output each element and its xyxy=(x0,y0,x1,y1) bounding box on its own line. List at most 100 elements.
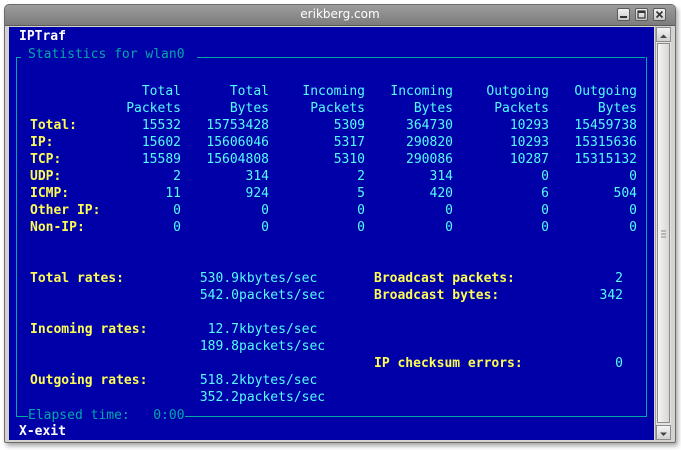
table-cell: 0 xyxy=(541,169,549,184)
table-cell: 10293 xyxy=(509,118,549,133)
column-header: Bytes xyxy=(229,101,269,116)
kbytes-unit: kbytes/sec xyxy=(239,322,318,337)
table-cell: 504 xyxy=(613,186,637,201)
maximize-button[interactable] xyxy=(635,8,648,21)
column-header: Total xyxy=(141,84,181,99)
terminal-area[interactable]: IPTraf Statistics for wlan0 Total Packet… xyxy=(9,27,654,440)
packets-unit: packets/sec xyxy=(239,390,326,405)
table-cell: 0 xyxy=(261,220,269,235)
row-label: UDP: xyxy=(30,169,62,184)
window-title: erikberg.com xyxy=(300,7,380,21)
table-cell: 0 xyxy=(173,220,181,235)
column-header: Incoming xyxy=(302,84,365,99)
table-cell: 15315132 xyxy=(574,152,637,167)
outgoing-kbytes-rate: 518.2 xyxy=(199,373,239,388)
table-cell: 10293 xyxy=(509,135,549,150)
table-cell: 0 xyxy=(541,203,549,218)
broadcast-packets-label: Broadcast packets: xyxy=(374,271,515,286)
kbytes-unit: kbytes/sec xyxy=(239,271,318,286)
table-cell: 0 xyxy=(173,203,181,218)
row-label: ICMP: xyxy=(30,186,70,201)
table-cell: 0 xyxy=(629,203,637,218)
checksum-errors-value: 0 xyxy=(615,356,623,371)
vertical-scrollbar[interactable] xyxy=(655,27,671,440)
table-cell: 924 xyxy=(245,186,269,201)
table-cell: 15532 xyxy=(141,118,181,133)
table-cell: 15753428 xyxy=(206,118,269,133)
packets-unit: packets/sec xyxy=(239,339,326,354)
table-cell: 15589 xyxy=(141,152,181,167)
table-cell: 290086 xyxy=(406,152,453,167)
title-bar[interactable]: erikberg.com xyxy=(5,5,675,26)
table-cell: 0 xyxy=(541,220,549,235)
maximize-icon xyxy=(637,10,646,19)
table-cell: 0 xyxy=(261,203,269,218)
table-cell: 314 xyxy=(245,169,269,184)
table-cell: 15602 xyxy=(141,135,181,150)
kbytes-unit: kbytes/sec xyxy=(239,373,318,388)
table-cell: 0 xyxy=(629,169,637,184)
close-icon xyxy=(655,10,664,19)
app-name: IPTraf xyxy=(19,29,66,44)
incoming-kbytes-rate: 12.7 xyxy=(207,322,239,337)
total-packets-rate: 542.0 xyxy=(199,288,239,303)
table-cell: 420 xyxy=(429,186,453,201)
table-cell: 5 xyxy=(357,186,365,201)
close-button[interactable] xyxy=(653,8,666,21)
minimize-button[interactable] xyxy=(617,8,630,21)
packets-unit: packets/sec xyxy=(239,288,326,303)
column-header: Outgoing xyxy=(574,84,637,99)
table-cell: 6 xyxy=(541,186,549,201)
scroll-down-button[interactable] xyxy=(656,425,671,440)
column-header: Bytes xyxy=(597,101,637,116)
exit-hint[interactable]: X-exit xyxy=(19,423,66,440)
column-header: Packets xyxy=(310,101,365,116)
table-cell: 314 xyxy=(429,169,453,184)
broadcast-bytes-label: Broadcast bytes: xyxy=(374,288,500,303)
checksum-errors-label: IP checksum errors: xyxy=(374,356,523,371)
table-cell: 15459738 xyxy=(574,118,637,133)
table-cell: 0 xyxy=(629,220,637,235)
table-cell: 2 xyxy=(357,169,365,184)
total-kbytes-rate: 530.9 xyxy=(199,271,239,286)
table-cell: 5310 xyxy=(333,152,365,167)
elapsed-time-value: 0:00 xyxy=(153,408,185,423)
row-label: Non-IP: xyxy=(30,220,85,235)
broadcast-packets-value: 2 xyxy=(615,271,623,286)
table-cell: 2 xyxy=(173,169,181,184)
table-cell: 364730 xyxy=(406,118,453,133)
table-cell: 0 xyxy=(357,220,365,235)
table-cell: 290820 xyxy=(406,135,453,150)
broadcast-bytes-value: 342 xyxy=(599,288,623,303)
total-rates-label: Total rates: xyxy=(30,271,124,286)
incoming-rates-label: Incoming rates: xyxy=(30,322,148,337)
row-label: Other IP: xyxy=(30,203,101,218)
elapsed-time: Elapsed time: 0:00 xyxy=(28,407,185,424)
row-label: IP: xyxy=(30,135,54,150)
table-cell: 15604808 xyxy=(206,152,269,167)
elapsed-time-label: Elapsed time: xyxy=(28,408,130,423)
scrollbar-thumb[interactable] xyxy=(657,43,670,423)
incoming-packets-rate: 189.8 xyxy=(199,339,239,354)
minimize-icon xyxy=(620,16,627,18)
table-cell: 5309 xyxy=(333,118,365,133)
row-label: TCP: xyxy=(30,152,62,167)
column-header: Packets xyxy=(126,101,181,116)
scroll-up-button[interactable] xyxy=(656,27,671,42)
outgoing-rates-label: Outgoing rates: xyxy=(30,373,148,388)
table-cell: 15606046 xyxy=(206,135,269,150)
exit-key: X xyxy=(19,424,27,439)
arrow-up-icon xyxy=(660,34,667,38)
table-cell: 5317 xyxy=(333,135,365,150)
table-cell: 15315636 xyxy=(574,135,637,150)
column-header: Incoming xyxy=(390,84,453,99)
row-label: Total: xyxy=(30,118,77,133)
terminal-window: erikberg.com IPTraf Statistics for wlan0… xyxy=(4,4,676,443)
column-header: Outgoing xyxy=(486,84,549,99)
table-cell: 0 xyxy=(357,203,365,218)
table-cell: 11 xyxy=(165,186,181,201)
outgoing-packets-rate: 352.2 xyxy=(199,390,239,405)
column-header: Bytes xyxy=(413,101,453,116)
column-header: Packets xyxy=(494,101,549,116)
table-cell: 0 xyxy=(445,203,453,218)
